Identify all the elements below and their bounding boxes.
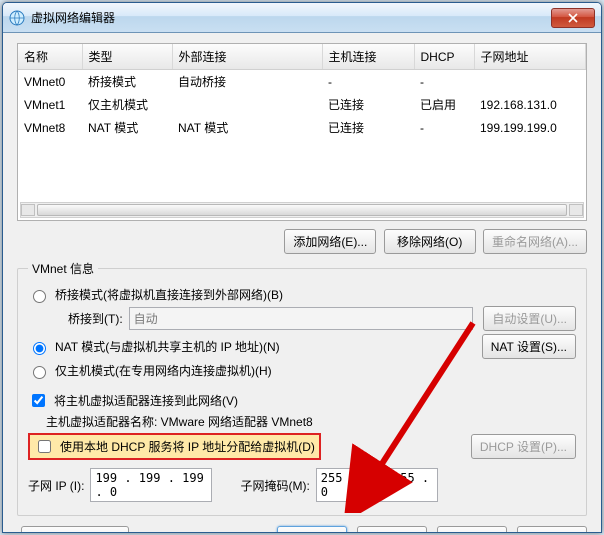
content-area: 名称 类型 外部连接 主机连接 DHCP 子网地址 VMnet0桥接模式自动桥接… (3, 33, 601, 532)
cell-ext: NAT 模式 (172, 116, 322, 139)
title-bar: 虚拟网络编辑器 (3, 3, 601, 33)
cell-subnet: 192.168.131.0 (474, 93, 586, 116)
cancel-button[interactable]: 取消 (357, 526, 427, 533)
window-title: 虚拟网络编辑器 (31, 9, 551, 26)
table-row[interactable]: VMnet8NAT 模式NAT 模式已连接-199.199.199.0 (18, 116, 586, 139)
cell-type: 仅主机模式 (82, 93, 172, 116)
bridge-to-label: 桥接到(T): (68, 310, 123, 327)
cell-host: - (322, 70, 414, 94)
cell-host: 已连接 (322, 116, 414, 139)
dhcp-checkbox[interactable] (38, 440, 51, 453)
nat-settings-button[interactable]: NAT 设置(S)... (482, 334, 576, 359)
subnet-ip-label: 子网 IP (I): (28, 477, 84, 494)
dhcp-highlight: 使用本地 DHCP 服务将 IP 地址分配给虚拟机(D) (28, 433, 321, 460)
subnet-mask-input[interactable]: 255 . 5 . 255 . 0 (316, 468, 438, 502)
cell-host: 已连接 (322, 93, 414, 116)
cell-dhcp: 已启用 (414, 93, 474, 116)
cell-name: VMnet0 (18, 70, 82, 94)
apply-button[interactable]: 应用(A) (437, 526, 507, 533)
network-table: 名称 类型 外部连接 主机连接 DHCP 子网地址 VMnet0桥接模式自动桥接… (17, 43, 587, 221)
scroll-left-arrow[interactable] (21, 204, 35, 216)
dhcp-label: 使用本地 DHCP 服务将 IP 地址分配给虚拟机(D) (60, 438, 315, 455)
scroll-right-arrow[interactable] (569, 204, 583, 216)
subnet-ip-input[interactable]: 199 . 199 . 199 . 0 (90, 468, 212, 502)
bottom-button-bar: 还原默认设置(R) 确定 取消 应用(A) 帮助 (17, 526, 587, 533)
col-dhcp[interactable]: DHCP (414, 44, 474, 70)
virtual-network-editor-window: 虚拟网络编辑器 名称 类型 外部连接 主机连接 DHCP 子网地址 VMnet0… (2, 2, 602, 533)
restore-defaults-button[interactable]: 还原默认设置(R) (21, 526, 129, 533)
table-row[interactable]: VMnet1仅主机模式 已连接已启用192.168.131.0 (18, 93, 586, 116)
nat-mode-radio[interactable] (33, 342, 46, 355)
rename-network-button: 重命名网络(A)... (483, 229, 587, 254)
table-row[interactable]: VMnet0桥接模式自动桥接-- (18, 70, 586, 94)
bridge-mode-radio[interactable] (33, 290, 46, 303)
hostonly-mode-label: 仅主机模式(在专用网络内连接虚拟机)(H) (55, 362, 272, 379)
close-button[interactable] (551, 8, 595, 28)
cell-subnet: 199.199.199.0 (474, 116, 586, 139)
cell-name: VMnet8 (18, 116, 82, 139)
vmnet-info-fieldset: VMnet 信息 桥接模式(将虚拟机直接连接到外部网络)(B) 桥接到(T): … (17, 260, 587, 516)
cell-dhcp: - (414, 116, 474, 139)
network-buttons-row: 添加网络(E)... 移除网络(O) 重命名网络(A)... (17, 229, 587, 254)
col-type[interactable]: 类型 (82, 44, 172, 70)
cell-type: 桥接模式 (82, 70, 172, 94)
cell-name: VMnet1 (18, 93, 82, 116)
cell-subnet (474, 70, 586, 94)
help-button[interactable]: 帮助 (517, 526, 587, 533)
dhcp-settings-button: DHCP 设置(P)... (471, 434, 576, 459)
col-name[interactable]: 名称 (18, 44, 82, 70)
host-adapter-name: 主机虚拟适配器名称: VMware 网络适配器 VMnet8 (46, 413, 313, 430)
scrollbar-horizontal[interactable] (20, 202, 584, 218)
add-network-button[interactable]: 添加网络(E)... (284, 229, 376, 254)
cell-ext: 自动桥接 (172, 70, 322, 94)
bridge-to-select: 自动 (129, 307, 474, 330)
col-ext[interactable]: 外部连接 (172, 44, 322, 70)
host-adapter-checkbox[interactable] (32, 394, 45, 407)
col-host[interactable]: 主机连接 (322, 44, 414, 70)
app-icon (9, 10, 25, 26)
cell-ext (172, 93, 322, 116)
ok-button[interactable]: 确定 (277, 526, 347, 533)
hostonly-mode-radio[interactable] (33, 366, 46, 379)
cell-dhcp: - (414, 70, 474, 94)
remove-network-button[interactable]: 移除网络(O) (384, 229, 476, 254)
cell-type: NAT 模式 (82, 116, 172, 139)
nat-mode-label: NAT 模式(与虚拟机共享主机的 IP 地址)(N) (55, 338, 472, 355)
auto-settings-button: 自动设置(U)... (483, 306, 576, 331)
col-subnet[interactable]: 子网地址 (474, 44, 586, 70)
host-adapter-label: 将主机虚拟适配器连接到此网络(V) (54, 392, 238, 409)
subnet-mask-label: 子网掩码(M): (240, 477, 309, 494)
fieldset-legend: VMnet 信息 (28, 260, 98, 277)
close-icon (568, 13, 578, 23)
scroll-thumb[interactable] (37, 204, 567, 216)
bridge-mode-label: 桥接模式(将虚拟机直接连接到外部网络)(B) (55, 286, 283, 303)
